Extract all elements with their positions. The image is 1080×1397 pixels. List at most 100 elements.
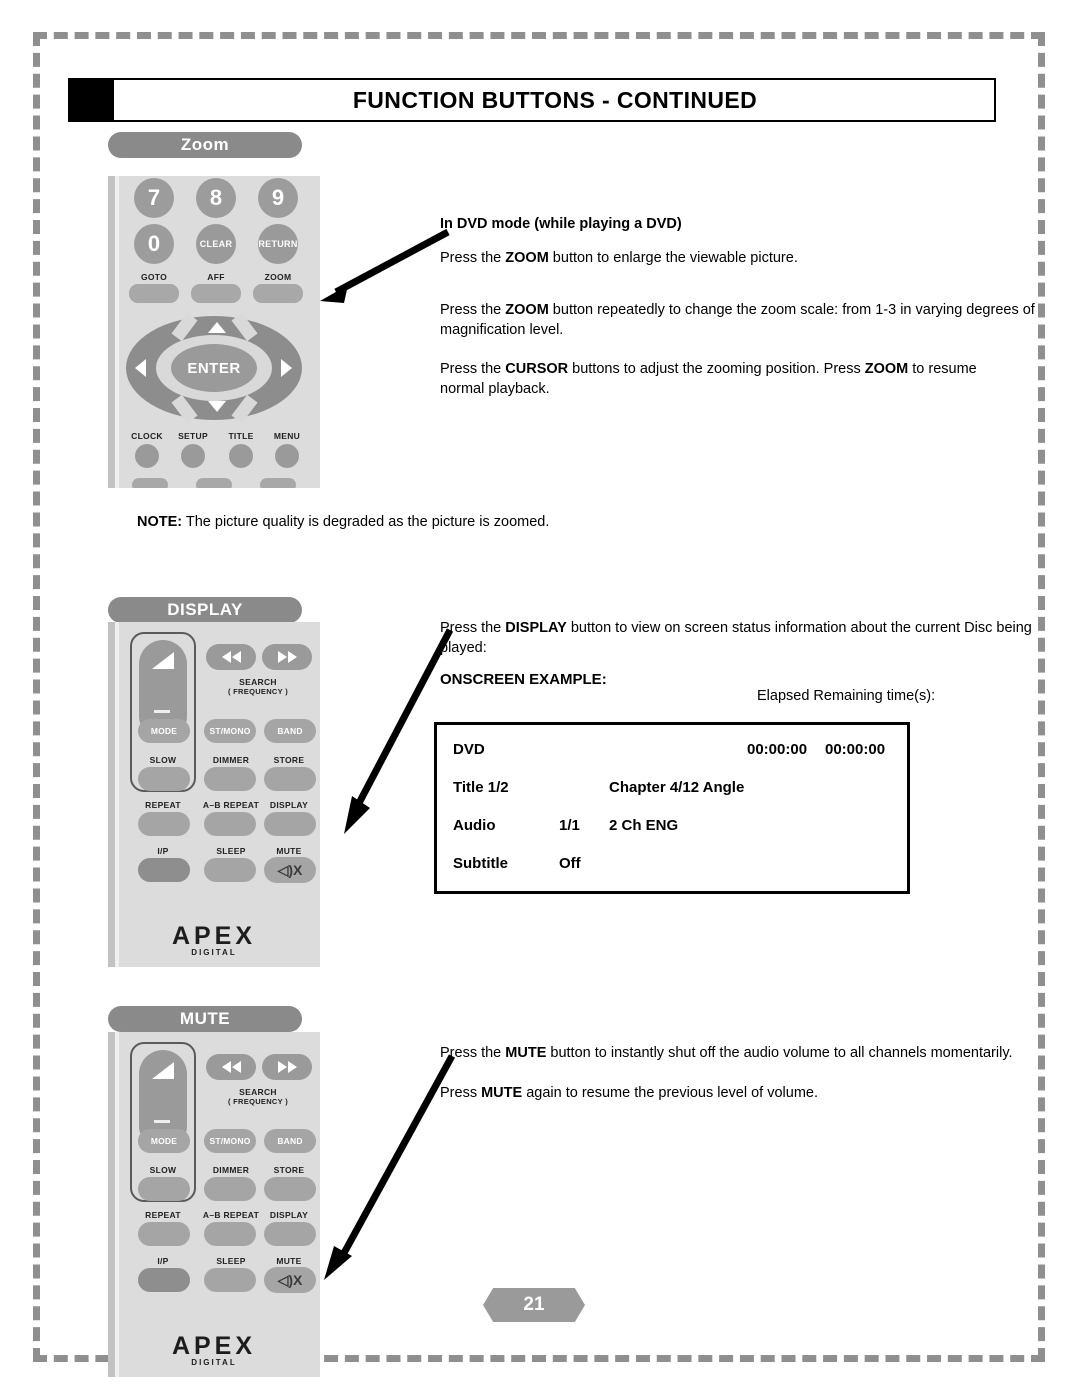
remote-button-stmono: ST/MONO: [204, 1129, 256, 1153]
remote-label-zoom: ZOOM: [264, 272, 292, 282]
zoom-heading: In DVD mode (while playing a DVD): [440, 216, 682, 232]
remote-label-aff: AFF: [207, 272, 225, 282]
mute-p2-bold: MUTE: [481, 1085, 523, 1101]
page-header: FUNCTION BUTTONS - CONTINUED: [68, 78, 996, 122]
remote-illustration-zoom: 7 8 9 0 CLEAR RETURN GOTO AFF ZOOM ENTER…: [108, 176, 320, 488]
remote-label-ip: I/P: [157, 846, 169, 856]
zoom-paragraph-3: Press the CURSOR buttons to adjust the z…: [440, 359, 1020, 399]
remote-dpad: ENTER: [126, 312, 302, 424]
remote-button-zoom: [253, 284, 303, 303]
page-title: FUNCTION BUTTONS - CONTINUED: [352, 86, 758, 113]
remote-label-clock: CLOCK: [131, 431, 163, 441]
osd-row2-label: Title 1/2: [453, 779, 509, 796]
fastforward-icon: [277, 651, 297, 663]
remote-label-repeat: REPEAT: [145, 1210, 181, 1220]
remote-button-mode: MODE: [138, 719, 190, 743]
remote-label-menu: MENU: [273, 431, 301, 441]
rewind-icon: [221, 651, 241, 663]
remote-button-8: 8: [196, 178, 236, 218]
zoom-p3-bold-zoom: ZOOM: [864, 361, 909, 377]
dpad-down-icon: [208, 401, 226, 412]
header-black-square: [68, 78, 114, 122]
volume-down-icon: [154, 1120, 170, 1123]
mute-paragraph-2: Press MUTE again to resume the previous …: [440, 1083, 1020, 1103]
remote-edge-highlight: [115, 622, 119, 967]
remote-label-repeat: REPEAT: [145, 800, 181, 810]
remote-button-slow: [138, 1177, 190, 1201]
remote-button-store: [264, 767, 316, 791]
remote-edge-strip: [108, 1032, 115, 1377]
zoom-paragraph-1: Press the ZOOM button to enlarge the vie…: [440, 248, 1030, 268]
dpad-right-icon: [281, 359, 292, 377]
brand-subtitle: DIGITAL: [191, 1358, 237, 1367]
remote-button-dimmer: [204, 1177, 256, 1201]
remote-button-aff: [191, 284, 241, 303]
remote-button-clear: CLEAR: [196, 224, 236, 264]
display-p1-bold: DISPLAY: [505, 620, 567, 636]
remote-button-menu: [275, 444, 299, 468]
zoom-p2-bold: ZOOM: [505, 302, 549, 318]
remote-button-0: 0: [134, 224, 174, 264]
osd-row3-detail: 2 Ch ENG: [609, 817, 679, 834]
remote-button-title: [229, 444, 253, 468]
remote-edge-strip: [108, 622, 115, 967]
section-label-mute: MUTE: [108, 1006, 302, 1032]
remote-label-display: DISPLAY: [269, 800, 309, 810]
osd-row4-value: Off: [559, 855, 581, 872]
remote-edge-highlight: [115, 176, 119, 488]
osd-elapsed-header: Elapsed Remaining time(s):: [757, 688, 936, 704]
zoom-p3-mid: buttons to adjust the zooming position. …: [568, 361, 865, 377]
osd-row3-value: 1/1: [559, 817, 580, 834]
remote-button-fastforward: [262, 644, 312, 670]
remote-button-partial-2: [196, 478, 232, 488]
zoom-note: NOTE: The picture quality is degraded as…: [137, 512, 837, 532]
zoom-note-text: The picture quality is degraded as the p…: [182, 514, 550, 530]
osd-row1-remaining: 00:00:00: [825, 741, 886, 758]
brand-name: APEX: [171, 922, 257, 950]
remote-label-search: SEARCH: [239, 677, 277, 687]
mute-p2-post: again to resume the previous level of vo…: [522, 1085, 818, 1101]
mute-paragraph-1: Press the MUTE button to instantly shut …: [440, 1043, 1020, 1063]
display-p1-pre: Press the: [440, 620, 506, 636]
zoom-paragraph-2: Press the ZOOM button repeatedly to chan…: [440, 300, 1037, 340]
remote-button-setup: [181, 444, 205, 468]
remote-button-repeat: [138, 812, 190, 836]
remote-label-ip: I/P: [157, 1256, 169, 1266]
remote-button-dimmer: [204, 767, 256, 791]
mute-p1-bold: MUTE: [505, 1045, 547, 1061]
brand-logo: APEX DIGITAL: [108, 1332, 320, 1367]
remote-edge-strip: [108, 176, 115, 488]
zoom-p1-pre: Press the: [440, 250, 506, 266]
remote-edge-highlight: [115, 1032, 119, 1377]
remote-label-slow: SLOW: [149, 1165, 177, 1175]
mute-icon: ◁)X: [277, 861, 303, 878]
remote-label-goto: GOTO: [140, 272, 168, 282]
zoom-p3-bold-cursor: CURSOR: [505, 361, 569, 377]
remote-button-goto: [129, 284, 179, 303]
remote-button-sleep: [204, 1268, 256, 1292]
remote-button-stmono: ST/MONO: [204, 719, 256, 743]
callout-arrow-mute: [324, 1054, 456, 1280]
remote-button-9: 9: [258, 178, 298, 218]
remote-button-clock: [135, 444, 159, 468]
brand-subtitle: DIGITAL: [191, 948, 237, 957]
rewind-icon: [221, 1061, 241, 1073]
remote-button-band: BAND: [264, 719, 316, 743]
zoom-p1-bold: ZOOM: [505, 250, 549, 266]
remote-button-return: RETURN: [258, 224, 298, 264]
volume-up-icon: [152, 652, 174, 669]
onscreen-example-label: ONSCREEN EXAMPLE:: [440, 671, 607, 688]
remote-label-title: TITLE: [228, 431, 254, 441]
remote-button-mode: MODE: [138, 1129, 190, 1153]
zoom-p3-pre: Press the: [440, 361, 506, 377]
mute-icon: ◁)X: [277, 1271, 303, 1288]
remote-label-slow: SLOW: [149, 755, 177, 765]
brand-name: APEX: [171, 1332, 257, 1360]
fastforward-icon: [277, 1061, 297, 1073]
remote-label-setup: SETUP: [178, 431, 208, 441]
brand-logo: APEX DIGITAL: [108, 922, 320, 957]
remote-button-ab-repeat: [204, 1222, 256, 1246]
remote-illustration-display: SEARCH ( FREQUENCY ) MODE ST/MONO BAND S…: [108, 622, 320, 967]
remote-illustration-mute: SEARCH ( FREQUENCY ) MODE ST/MONO BAND S…: [108, 1032, 320, 1377]
dpad-left-icon: [135, 359, 146, 377]
